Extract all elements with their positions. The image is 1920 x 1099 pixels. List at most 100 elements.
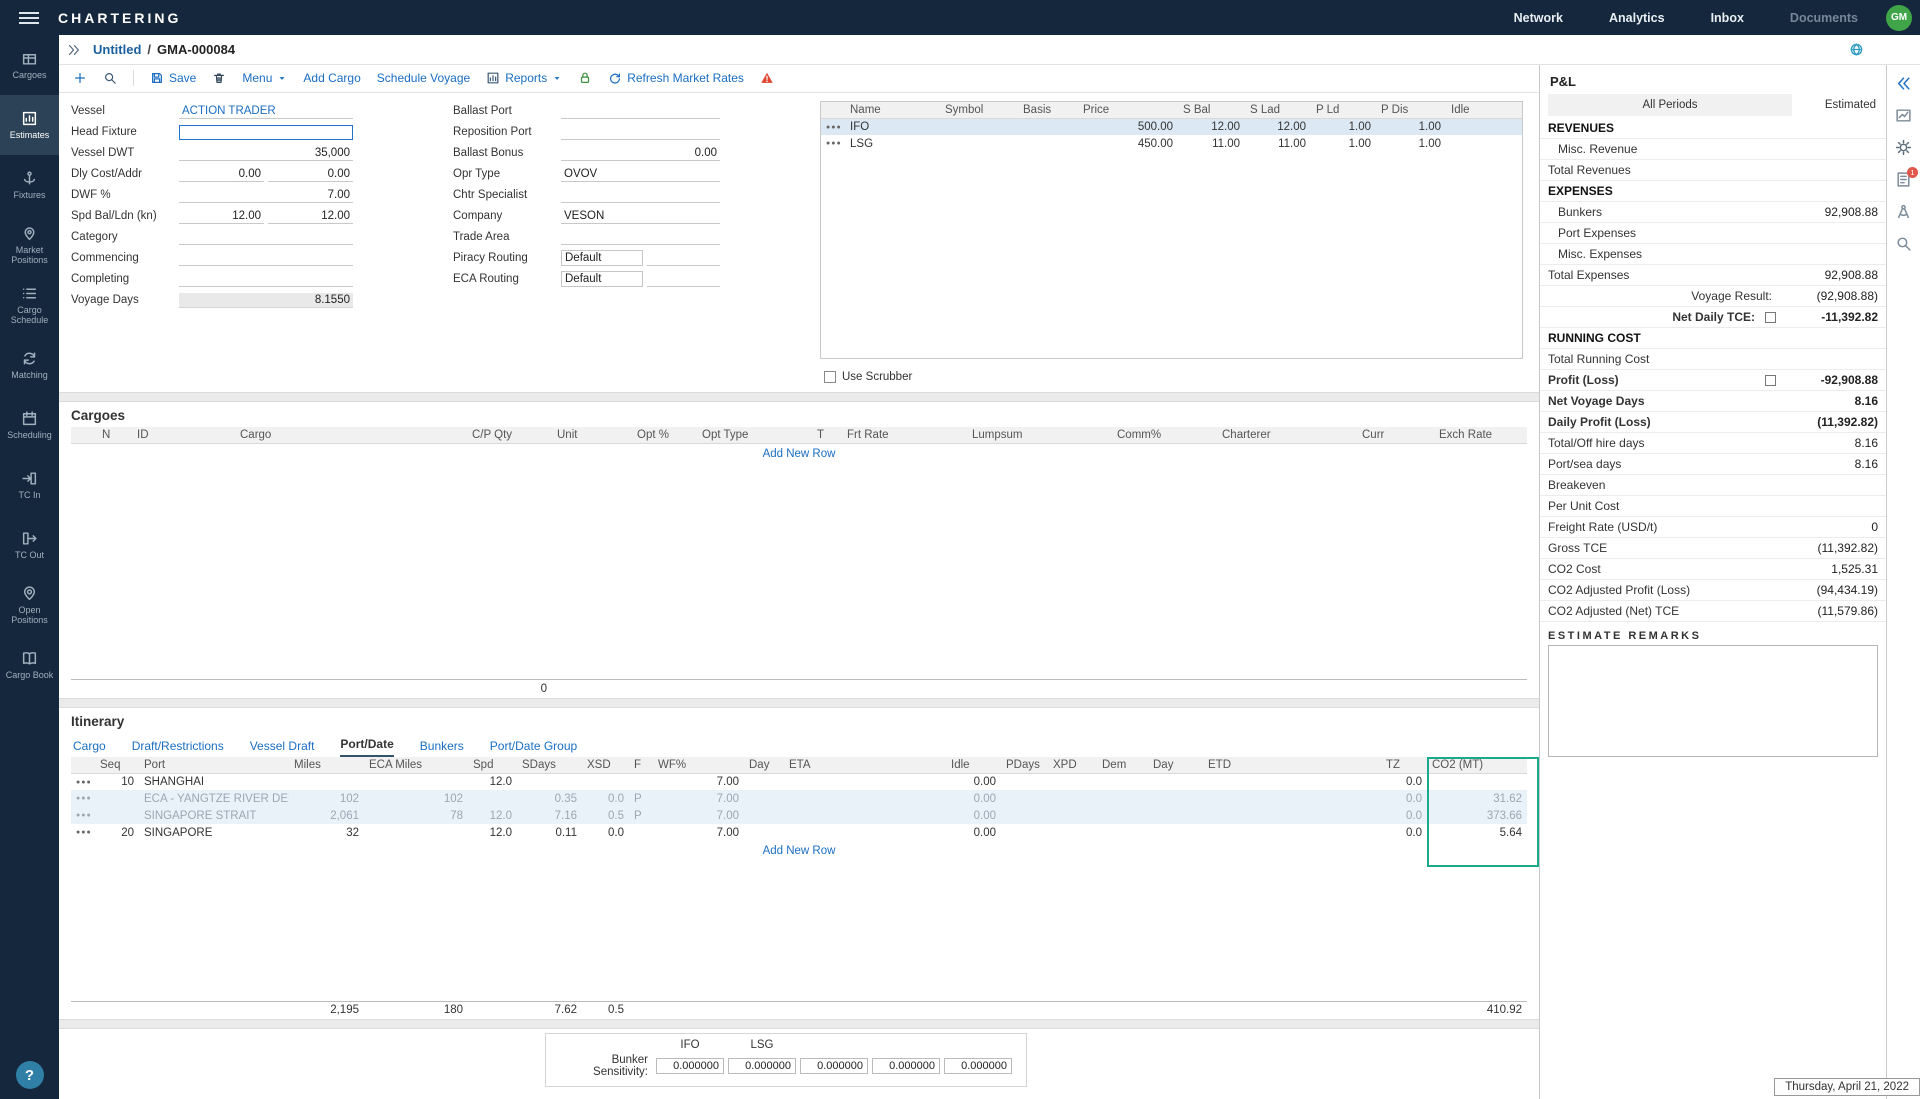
- bunker-slad-cell[interactable]: 12.00: [1245, 118, 1311, 135]
- co2-cell[interactable]: [1427, 773, 1527, 790]
- itinerary-tab[interactable]: Port/Date Group: [490, 739, 577, 757]
- delete-button[interactable]: [212, 71, 226, 85]
- f-cell[interactable]: [629, 773, 653, 790]
- day2-cell[interactable]: [1148, 807, 1203, 824]
- topbar-nav-item[interactable]: Network: [1514, 11, 1563, 25]
- itinerary-tab[interactable]: Cargo: [73, 739, 106, 757]
- bunker-sbal-cell[interactable]: 11.00: [1178, 135, 1245, 152]
- itinerary-row[interactable]: 10 SHANGHAI 12.0 7.00: [71, 773, 1527, 790]
- cargoes-add-new-row-link[interactable]: Add New Row: [71, 444, 1527, 464]
- xsd-cell[interactable]: 0.0: [582, 824, 629, 841]
- bunker-idle-cell[interactable]: [1446, 118, 1522, 135]
- field-input[interactable]: Default: [561, 271, 643, 287]
- spd-cell[interactable]: 12.0: [468, 773, 517, 790]
- spd-cell[interactable]: [468, 790, 517, 807]
- field-input[interactable]: 0.00: [561, 146, 720, 161]
- eta-cell[interactable]: [784, 773, 946, 790]
- day-cell[interactable]: [744, 824, 784, 841]
- co2-cell[interactable]: 5.64: [1427, 824, 1527, 841]
- topbar-nav-item[interactable]: Analytics: [1609, 11, 1665, 25]
- tz-cell[interactable]: 0.0: [1381, 824, 1427, 841]
- pdays-cell[interactable]: [1001, 773, 1048, 790]
- row-menu-icon[interactable]: [71, 824, 95, 841]
- itinerary-tab[interactable]: Bunkers: [420, 739, 464, 757]
- tz-cell[interactable]: 0.0: [1381, 807, 1427, 824]
- bunker-pld-cell[interactable]: 1.00: [1311, 118, 1376, 135]
- eca-miles-cell[interactable]: 102: [364, 790, 468, 807]
- field-input[interactable]: Default: [561, 250, 643, 266]
- bunker-basis-cell[interactable]: [1018, 118, 1078, 135]
- seq-cell[interactable]: 10: [95, 773, 139, 790]
- xsd-cell[interactable]: [582, 773, 629, 790]
- row-menu-icon[interactable]: [821, 135, 845, 152]
- analytics-chart-icon[interactable]: [1895, 107, 1912, 124]
- itinerary-row[interactable]: ECA - YANGTZE RIVER DEL 102 102 0.35 0.0…: [71, 790, 1527, 807]
- search-panel-icon[interactable]: [1895, 235, 1912, 252]
- drafting-tools-icon[interactable]: [1895, 203, 1912, 220]
- wf-cell[interactable]: 7.00: [653, 824, 744, 841]
- itinerary-tab[interactable]: Port/Date: [340, 737, 393, 757]
- xpd-cell[interactable]: [1048, 807, 1097, 824]
- port-cell[interactable]: SINGAPORE: [139, 824, 289, 841]
- itinerary-row[interactable]: 20 SINGAPORE 32 12.0 0.11 0.0 7.00: [71, 824, 1527, 841]
- f-cell[interactable]: [629, 824, 653, 841]
- sidebar-item-scheduling[interactable]: Scheduling: [0, 395, 59, 455]
- etd-cell[interactable]: [1203, 807, 1381, 824]
- field-input[interactable]: [179, 272, 353, 287]
- bunker-name-cell[interactable]: LSG: [845, 135, 940, 152]
- port-cell[interactable]: SHANGHAI: [139, 773, 289, 790]
- field-input-2[interactable]: [647, 250, 720, 266]
- add-button[interactable]: [73, 71, 87, 85]
- sensitivity-input[interactable]: 0.000000: [728, 1058, 796, 1074]
- dem-cell[interactable]: [1097, 824, 1148, 841]
- field-input[interactable]: [179, 230, 353, 245]
- bunker-slad-cell[interactable]: 11.00: [1245, 135, 1311, 152]
- field-input[interactable]: VESON: [561, 209, 720, 224]
- topbar-nav-item[interactable]: Documents: [1790, 11, 1858, 25]
- sidebar-item-cargo-book[interactable]: Cargo Book: [0, 635, 59, 695]
- etd-cell[interactable]: [1203, 824, 1381, 841]
- co2-cell[interactable]: 31.62: [1427, 790, 1527, 807]
- day2-cell[interactable]: [1148, 773, 1203, 790]
- dem-cell[interactable]: [1097, 807, 1148, 824]
- sidebar-item-cargoes[interactable]: Cargoes: [0, 35, 59, 95]
- port-cell[interactable]: SINGAPORE STRAIT: [139, 807, 289, 824]
- idle-cell[interactable]: 0.00: [946, 790, 1001, 807]
- field-input[interactable]: [179, 125, 353, 140]
- field-input[interactable]: OVOV: [561, 167, 720, 182]
- day2-cell[interactable]: [1148, 790, 1203, 807]
- bunker-name-cell[interactable]: IFO: [845, 118, 940, 135]
- itinerary-row[interactable]: SINGAPORE STRAIT 2,061 78 12.0 7.16 0.5 …: [71, 807, 1527, 824]
- pnl-row-checkbox[interactable]: [1765, 375, 1776, 386]
- miles-cell[interactable]: 2,061: [289, 807, 364, 824]
- xpd-cell[interactable]: [1048, 824, 1097, 841]
- sidebar-item-market-positions[interactable]: Market Positions: [0, 215, 59, 275]
- estimate-remarks-input[interactable]: [1548, 645, 1878, 757]
- xpd-cell[interactable]: [1048, 773, 1097, 790]
- field-input[interactable]: [561, 125, 720, 140]
- field-input-2[interactable]: 0.00: [268, 167, 353, 182]
- field-input[interactable]: 0.00: [179, 167, 264, 182]
- validation-warning-icon[interactable]: [760, 71, 774, 85]
- xsd-cell[interactable]: 0.0: [582, 790, 629, 807]
- eca-miles-cell[interactable]: [364, 773, 468, 790]
- day-cell[interactable]: [744, 773, 784, 790]
- sidebar-item-fixtures[interactable]: Fixtures: [0, 155, 59, 215]
- field-input-2[interactable]: [647, 271, 720, 287]
- hamburger-menu-icon[interactable]: [0, 12, 58, 24]
- dem-cell[interactable]: [1097, 790, 1148, 807]
- bunker-symbol-cell[interactable]: [940, 118, 1018, 135]
- schedule-voyage-button[interactable]: Schedule Voyage: [377, 71, 470, 85]
- field-input[interactable]: [561, 230, 720, 245]
- day-cell[interactable]: [744, 790, 784, 807]
- day-cell[interactable]: [744, 807, 784, 824]
- spd-cell[interactable]: 12.0: [468, 807, 517, 824]
- field-input[interactable]: 8.1550: [179, 293, 353, 308]
- itinerary-tab[interactable]: Vessel Draft: [250, 739, 315, 757]
- etd-cell[interactable]: [1203, 773, 1381, 790]
- bunker-basis-cell[interactable]: [1018, 135, 1078, 152]
- menu-button[interactable]: Menu: [242, 71, 287, 85]
- save-button[interactable]: Save: [150, 71, 196, 85]
- pnl-row-checkbox[interactable]: [1765, 312, 1776, 323]
- bunker-pdis-cell[interactable]: 1.00: [1376, 135, 1446, 152]
